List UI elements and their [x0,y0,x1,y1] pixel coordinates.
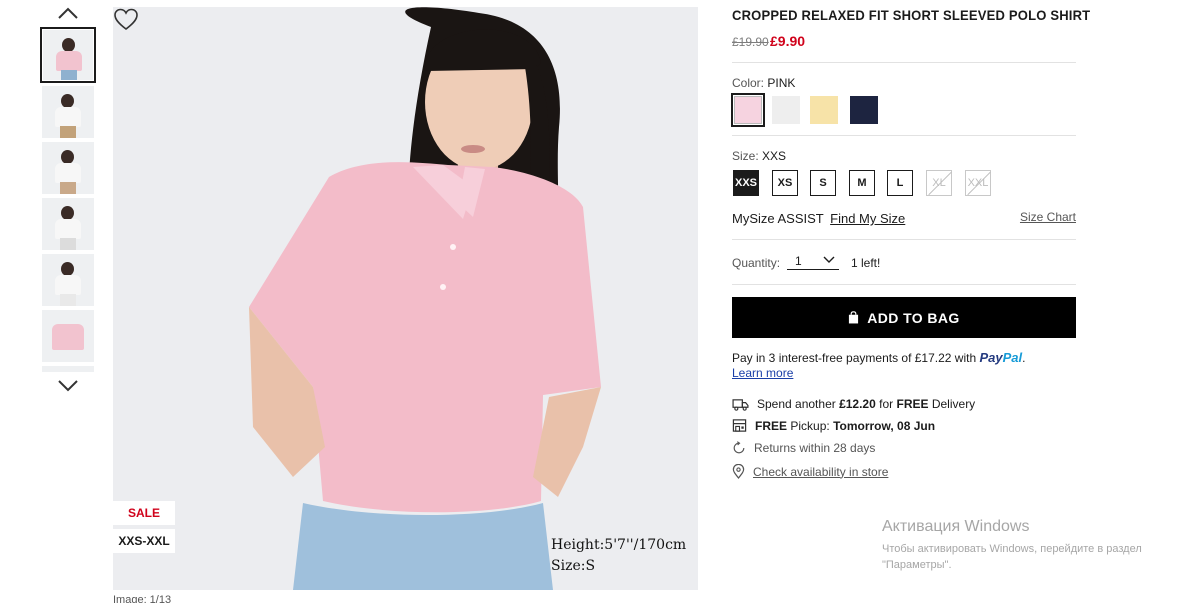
stock-status: 1 left! [851,256,881,270]
original-price: £19.90 [732,35,769,49]
free-delivery-row: Spend another £12.20 for FREE Delivery [732,397,975,411]
find-my-size-link[interactable]: Find My Size [830,211,905,226]
swatch-white[interactable] [772,96,800,124]
swatch-navy[interactable] [850,96,878,124]
truck-icon [732,398,749,411]
check-availability-link[interactable]: Check availability in store [753,465,888,479]
thumbnail-4[interactable] [42,198,94,250]
size-range-badge: XXS-XXL [113,529,175,553]
chevron-down-icon [823,256,835,263]
thumbnail-6[interactable] [42,310,94,362]
divider [732,239,1076,240]
size-xxs-button[interactable]: XXS [733,170,759,196]
thumbnail-5[interactable] [42,254,94,306]
location-pin-icon [732,464,745,479]
model-size: Size:S [551,558,596,574]
color-label: Color: PINK [732,76,796,90]
windows-activation-title: Активация Windows [882,518,1030,535]
thumbnail-2[interactable] [42,86,94,138]
model-info: Height:5'7''/170cm Size:S [551,535,686,577]
model-photo [249,7,601,590]
product-main-image[interactable]: SALE XXS-XXL Height:5'7''/170cm Size:S [113,7,698,590]
size-l-button[interactable]: L [887,170,913,196]
quantity-label: Quantity: [732,256,781,270]
add-to-bag-button[interactable]: ADD TO BAG [732,297,1076,338]
store-availability-row: Check availability in store [732,464,888,479]
size-s-button[interactable]: S [810,170,836,196]
sale-price: £9.90 [770,33,806,49]
size-chart-link[interactable]: Size Chart [1020,210,1076,224]
free-pickup-row: FREE Pickup: Tomorrow, 08 Jun [732,418,935,433]
divider [732,135,1076,136]
selected-color: PINK [767,76,796,90]
chevron-up-icon[interactable] [56,3,80,23]
thumbnail-7[interactable] [42,366,94,372]
divider [732,62,1076,63]
quantity-value: 1 [795,254,802,268]
mysize-assist: MySize ASSIST Find My Size [732,211,906,226]
size-xs-button[interactable]: XS [772,170,798,196]
quantity-select[interactable]: 1 [787,252,839,270]
store-icon [732,419,747,432]
swatch-pink[interactable] [731,93,765,127]
selected-size: XXS [762,149,787,163]
product-title: CROPPED RELAXED FIT SHORT SLEEVED POLO S… [732,7,1091,23]
heart-icon[interactable] [113,7,139,33]
windows-activation-text: Чтобы активировать Windows, перейдите в … [882,543,1142,571]
swatch-yellow[interactable] [810,96,838,124]
size-xxl-button[interactable]: XXL [965,170,991,196]
thumbnail-1[interactable] [40,27,96,83]
sale-badge: SALE [113,501,175,525]
returns-row: Returns within 28 days [732,441,875,455]
thumbnail-3[interactable] [42,142,94,194]
model-height: Height:5'7''/170cm [551,537,687,553]
chevron-down-icon[interactable] [56,376,80,396]
divider [732,284,1076,285]
learn-more-link[interactable]: Learn more [732,366,793,380]
size-label: Size: XXS [732,149,787,163]
paypal-installments: Pay in 3 interest-free payments of £17.2… [732,350,1026,365]
size-m-button[interactable]: M [849,170,875,196]
thumbnail-column [40,0,96,603]
return-icon [733,441,745,454]
size-xl-button[interactable]: XL [926,170,952,196]
paypal-logo: PayPal [979,350,1023,365]
image-counter: Image: 1/13 [113,594,172,603]
shopping-bag-icon [849,311,859,324]
